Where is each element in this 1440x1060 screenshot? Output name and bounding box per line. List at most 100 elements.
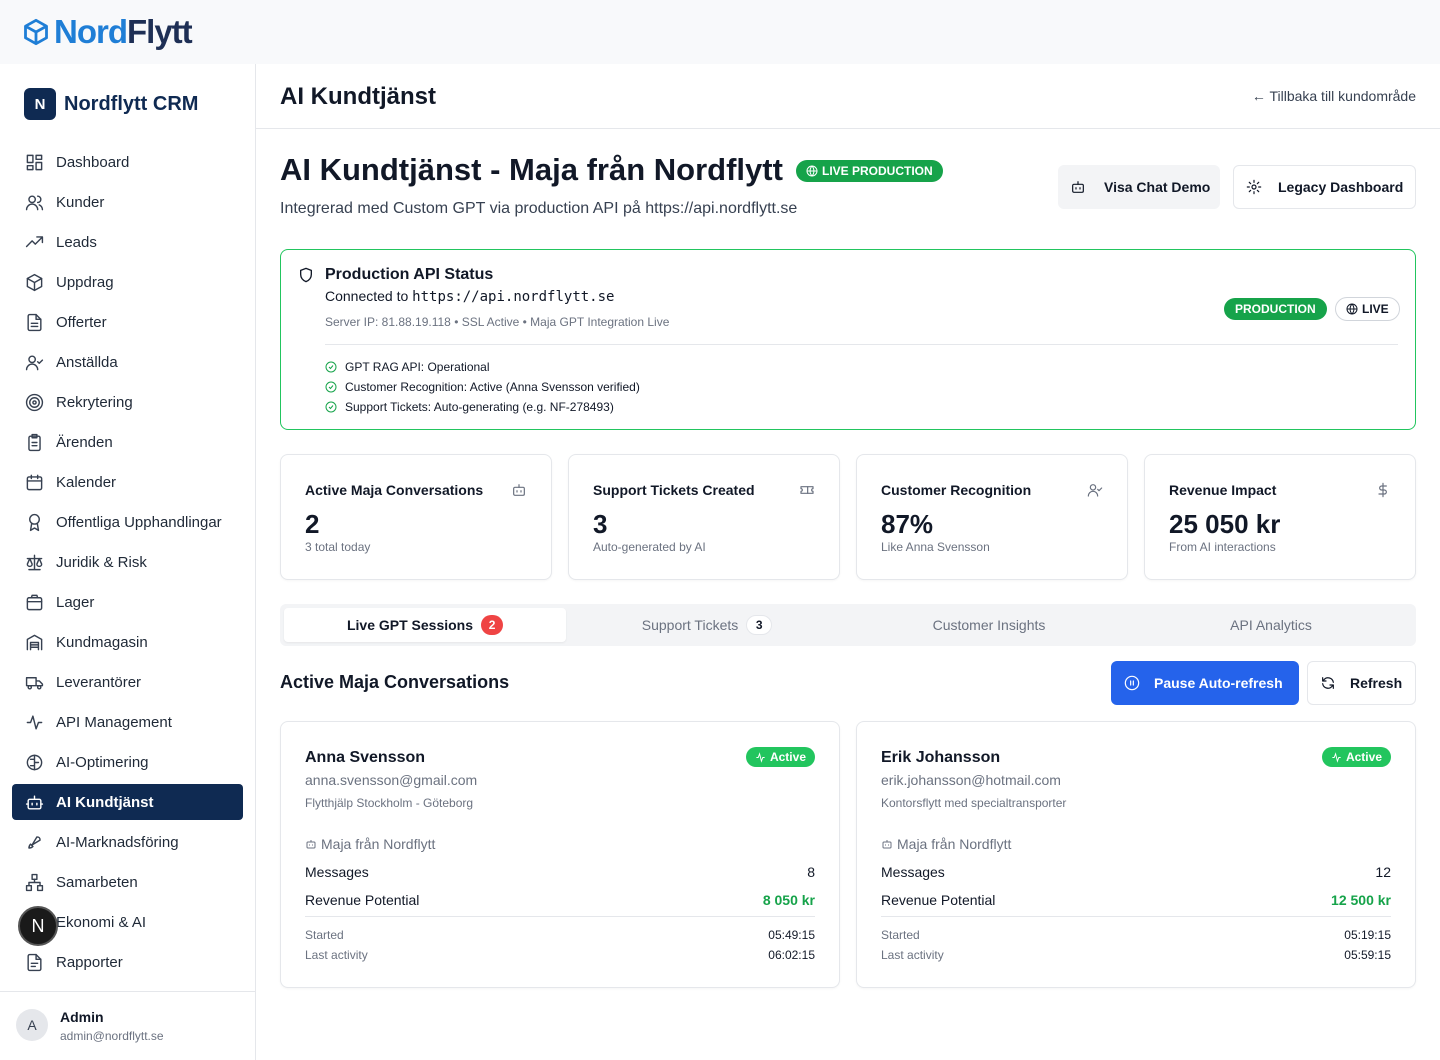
refresh-icon xyxy=(1322,677,1334,689)
sidebar-item-ai-optimering[interactable]: AI-Optimering xyxy=(12,744,243,780)
status-checklist: GPT RAG API: Operational Customer Recogn… xyxy=(325,357,640,417)
stat-label: Active Maja Conversations xyxy=(305,482,484,498)
sidebar-item-offentliga-upphandlingar[interactable]: Offentliga Upphandlingar xyxy=(12,504,243,540)
last-activity-value: 05:59:15 xyxy=(1344,948,1391,962)
stat-note: From AI interactions xyxy=(1169,540,1276,554)
live-production-label: LIVE PRODUCTION xyxy=(822,164,933,178)
connected-url: https://api.nordflytt.se xyxy=(412,289,615,305)
sidebar-item-label: Ärenden xyxy=(56,433,113,451)
started-value: 05:49:15 xyxy=(768,928,815,942)
last-activity-label: Last activity xyxy=(305,948,368,962)
sidebar-item-lager[interactable]: Lager xyxy=(12,584,243,620)
tab-customer-insights[interactable]: Customer Insights xyxy=(848,608,1130,642)
sidebar-item-ai-kundtjänst[interactable]: AI Kundtjänst xyxy=(12,784,243,820)
api-status-panel: Production API Status Connected to https… xyxy=(280,249,1416,430)
sidebar-item-label: Kundmagasin xyxy=(56,633,148,651)
sidebar-item-dashboard[interactable]: Dashboard xyxy=(12,144,243,180)
sidebar-item-leads[interactable]: Leads xyxy=(12,224,243,260)
count-badge: 3 xyxy=(746,615,773,635)
customer-description: Kontorsflytt med specialtransporter xyxy=(881,796,1067,810)
clipboard-icon xyxy=(24,432,44,452)
messages-value: 8 xyxy=(807,864,815,880)
crm-brand[interactable]: N Nordflytt CRM xyxy=(24,88,198,120)
started-label: Started xyxy=(305,928,344,942)
pause-autorefresh-button[interactable]: Pause Auto-refresh xyxy=(1111,661,1299,705)
refresh-button[interactable]: Refresh xyxy=(1307,661,1416,705)
sidebar: N Nordflytt CRM Dashboard Kunder Leads Uppd… xyxy=(0,64,256,1060)
tab-bar: Live GPT Sessions 2 Support Tickets 3 Cu… xyxy=(280,604,1416,646)
agent-label: Maja från Nordflytt xyxy=(305,836,435,852)
revenue-row: Revenue Potential 12 500 kr xyxy=(881,892,1391,908)
sidebar-nav: Dashboard Kunder Leads Uppdrag Offerter Anstä… xyxy=(12,144,243,984)
box-icon xyxy=(24,592,44,612)
top-bar: Nord Flytt xyxy=(0,0,1440,64)
status-badge: Active xyxy=(745,747,815,767)
sidebar-item-uppdrag[interactable]: Uppdrag xyxy=(12,264,243,300)
stat-label: Support Tickets Created xyxy=(593,482,755,498)
refresh-label: Refresh xyxy=(1350,675,1403,691)
tab-label: Live GPT Sessions xyxy=(346,617,474,633)
messages-row: Messages 8 xyxy=(305,864,815,880)
tab-live-sessions[interactable]: Live GPT Sessions 2 xyxy=(284,608,566,642)
sidebar-item-juridik-risk[interactable]: Juridik & Risk xyxy=(12,544,243,580)
sidebar-item-anställda[interactable]: Anställda xyxy=(12,344,243,380)
sidebar-item-label: Offerter xyxy=(56,313,107,331)
award-icon xyxy=(24,512,44,532)
sidebar-item-kundmagasin[interactable]: Kundmagasin xyxy=(12,624,243,660)
agent-name: Maja från Nordflytt xyxy=(897,836,1012,852)
sidebar-item-label: Leverantörer xyxy=(56,673,142,691)
revenue-value: 8 050 kr xyxy=(762,892,815,908)
dollar-icon xyxy=(1375,482,1391,498)
bot-icon xyxy=(24,792,44,812)
sidebar-item-kalender[interactable]: Kalender xyxy=(12,464,243,500)
sidebar-item-ai-marknadsföring[interactable]: AI-Marknadsföring xyxy=(12,824,243,860)
status-badge: Active xyxy=(1321,747,1391,767)
gear-icon xyxy=(1246,179,1262,195)
check-text: Customer Recognition: Active (Anna Svens… xyxy=(345,380,640,394)
stat-card-revenue: Revenue Impact 25 050 kr From AI interac… xyxy=(1144,454,1416,580)
check-circle-icon xyxy=(325,361,337,373)
customer-name: Anna Svensson xyxy=(305,749,426,766)
user-profile[interactable]: A Admin admin@nordflytt.se xyxy=(0,991,256,1060)
brand-badge: N xyxy=(24,88,56,120)
sidebar-item-rekrytering[interactable]: Rekrytering xyxy=(12,384,243,420)
sidebar-item-label: Rapporter xyxy=(56,953,123,971)
started-value: 05:19:15 xyxy=(1344,928,1391,942)
legacy-dashboard-button[interactable]: Legacy Dashboard xyxy=(1233,165,1416,209)
pause-label: Pause Auto-refresh xyxy=(1154,675,1283,691)
agent-label: Maja från Nordflytt xyxy=(881,836,1011,852)
logo-text-nord: Nord xyxy=(54,13,128,50)
page-header: AI Kundtjänst ← Tillbaka till kundområde xyxy=(256,64,1440,129)
sidebar-item-label: Anställda xyxy=(56,353,118,371)
bot-icon xyxy=(511,482,527,498)
sidebar-item-label: Samarbeten xyxy=(56,873,138,891)
sidebar-item-ärenden[interactable]: Ärenden xyxy=(12,424,243,460)
sidebar-item-offerter[interactable]: Offerter xyxy=(12,304,243,340)
customer-email: anna.svensson@gmail.com xyxy=(305,772,478,788)
sidebar-item-samarbeten[interactable]: Samarbeten xyxy=(12,864,243,900)
count-badge: 2 xyxy=(481,615,504,635)
chat-demo-button[interactable]: Visa Chat Demo xyxy=(1058,165,1220,209)
conversation-card[interactable]: Anna Svensson Active anna.svensson@gmail… xyxy=(280,721,840,988)
user-check-icon xyxy=(1087,482,1103,498)
sidebar-item-label: Offentliga Upphandlingar xyxy=(56,513,222,531)
nordflytt-logo[interactable]: Nord Flytt xyxy=(22,12,193,52)
tab-api-analytics[interactable]: API Analytics xyxy=(1130,608,1412,642)
truck-icon xyxy=(24,672,44,692)
customer-description: Flytthjälp Stockholm - Göteborg xyxy=(305,796,474,810)
back-link[interactable]: ← Tillbaka till kundområde xyxy=(1252,88,1416,104)
ticket-icon xyxy=(799,482,815,498)
dev-tools-button[interactable]: N xyxy=(18,906,58,946)
divider xyxy=(881,916,1391,917)
bot-icon xyxy=(882,840,892,849)
sidebar-item-label: Kunder xyxy=(56,193,105,211)
conversation-card[interactable]: Erik Johansson Active erik.johansson@hot… xyxy=(856,721,1416,988)
sidebar-item-rapporter[interactable]: Rapporter xyxy=(12,944,243,980)
stat-label: Customer Recognition xyxy=(881,482,1032,498)
tab-support-tickets[interactable]: Support Tickets 3 xyxy=(566,608,848,642)
sidebar-item-api-management[interactable]: API Management xyxy=(12,704,243,740)
sidebar-item-kunder[interactable]: Kunder xyxy=(12,184,243,220)
sidebar-item-leverantörer[interactable]: Leverantörer xyxy=(12,664,243,700)
sidebar-item-label: Leads xyxy=(56,233,97,251)
cube-logo-icon xyxy=(24,18,48,46)
